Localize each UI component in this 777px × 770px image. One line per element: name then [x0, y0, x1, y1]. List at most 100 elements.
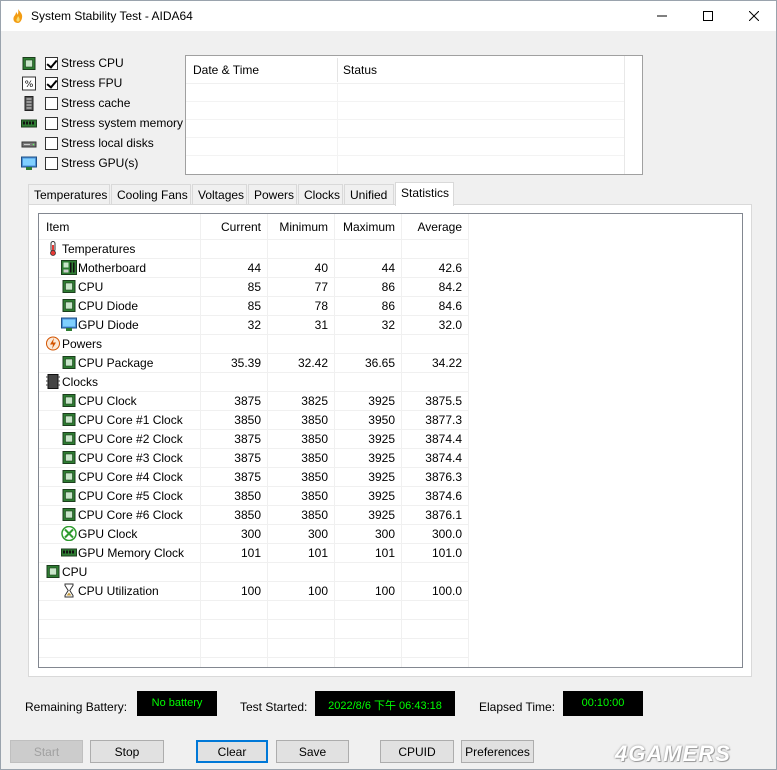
stress-option[interactable]: Stress CPU [19, 54, 189, 74]
item-label[interactable]: CPU Diode [78, 299, 138, 315]
value-average: 100.0 [431, 584, 462, 598]
stress-option[interactable]: Stress GPU(s) [19, 154, 189, 174]
value-minimum: 300 [307, 527, 328, 541]
col-header-current[interactable]: Current [201, 220, 261, 236]
value-average: 101.0 [431, 546, 462, 560]
item-label[interactable]: GPU Diode [78, 318, 139, 334]
log-col-status[interactable]: Status [343, 63, 377, 77]
close-button[interactable] [731, 1, 777, 31]
value-average: 34.22 [431, 356, 462, 370]
title-bar[interactable]: System Stability Test - AIDA64 [1, 1, 776, 31]
row-grid-line [39, 410, 469, 411]
col-header-maximum[interactable]: Maximum [335, 220, 395, 236]
stress-option[interactable]: Stress local disks [19, 134, 189, 154]
log-grid-line [186, 137, 624, 138]
stress-checkbox[interactable] [45, 77, 58, 90]
stress-option[interactable]: % Stress FPU [19, 74, 189, 94]
log-col-datetime[interactable]: Date & Time [193, 63, 259, 77]
item-label[interactable]: GPU Memory Clock [78, 546, 184, 562]
item-label[interactable]: CPU Package [78, 356, 153, 372]
cpuid-button[interactable]: CPUID [380, 740, 454, 763]
start-button[interactable]: Start [10, 740, 83, 763]
stress-checkbox[interactable] [45, 137, 58, 150]
event-log-list[interactable]: Date & Time Status [185, 55, 643, 175]
maximize-button[interactable] [685, 1, 731, 31]
stress-option-label[interactable]: Stress FPU [61, 76, 122, 90]
stress-option-label[interactable]: Stress system memory [61, 116, 183, 130]
clock-chip-icon [45, 374, 61, 389]
item-label[interactable]: CPU Core #4 Clock [78, 470, 183, 486]
tab-temperatures[interactable]: Temperatures [28, 184, 110, 205]
tab-voltages[interactable]: Voltages [192, 184, 247, 205]
stop-button[interactable]: Stop [90, 740, 164, 763]
log-col-divider[interactable] [337, 58, 338, 82]
value-minimum: 3850 [301, 432, 328, 446]
value-minimum: 31 [314, 318, 328, 332]
item-label[interactable]: Motherboard [78, 261, 146, 277]
col-header-minimum[interactable]: Minimum [268, 220, 328, 236]
log-grid-line [186, 155, 624, 156]
stress-option[interactable]: Stress cache [19, 94, 189, 114]
motherboard-icon [61, 260, 77, 275]
tab-unified[interactable]: Unified [344, 184, 394, 205]
row-grid-line [39, 296, 469, 297]
minimize-button[interactable] [639, 1, 685, 31]
item-label[interactable]: CPU Core #5 Clock [78, 489, 183, 505]
item-label[interactable]: CPU Core #6 Clock [78, 508, 183, 524]
stress-option[interactable]: Stress system memory [19, 114, 189, 134]
tab-powers[interactable]: Powers [248, 184, 297, 205]
col-header-average[interactable]: Average [402, 220, 462, 236]
stress-checkbox[interactable] [45, 157, 58, 170]
stress-checkbox[interactable] [45, 57, 58, 70]
preferences-button[interactable]: Preferences [461, 740, 534, 763]
item-label[interactable]: CPU Utilization [78, 584, 159, 600]
value-current: 85 [247, 280, 261, 294]
row-grid-line [39, 524, 469, 525]
group-label[interactable]: Temperatures [62, 242, 135, 258]
stress-option-label[interactable]: Stress CPU [61, 56, 124, 70]
group-label[interactable]: Powers [62, 337, 102, 353]
group-label[interactable]: Clocks [62, 375, 98, 391]
value-maximum: 3925 [368, 489, 395, 503]
value-average: 3876.3 [425, 470, 462, 484]
stress-option-label[interactable]: Stress local disks [61, 136, 154, 150]
group-label[interactable]: CPU [62, 565, 87, 581]
statistics-panel: Item Current Minimum Maximum Average Tem… [28, 204, 752, 677]
value-average: 3877.3 [425, 413, 462, 427]
row-grid-line [39, 391, 469, 392]
stress-options: Stress CPU % Stress FPU Stress cache Stress … [19, 54, 189, 174]
clear-button[interactable]: Clear [196, 740, 268, 763]
elapsed-time-value: 00:10:00 [563, 691, 643, 716]
value-minimum: 3850 [301, 451, 328, 465]
item-label[interactable]: CPU Core #3 Clock [78, 451, 183, 467]
tab-statistics[interactable]: Statistics [395, 182, 454, 206]
row-grid-line [39, 277, 469, 278]
row-grid-line [39, 543, 469, 544]
row-grid-line [39, 657, 469, 658]
statistics-table[interactable]: Item Current Minimum Maximum Average Tem… [38, 213, 743, 668]
gpu-icon [21, 156, 37, 171]
thermometer-icon [45, 241, 61, 256]
stress-option-label[interactable]: Stress cache [61, 96, 130, 110]
gpu-icon [61, 317, 77, 332]
value-average: 32.0 [438, 318, 462, 332]
row-grid-line [39, 429, 469, 430]
stress-option-label[interactable]: Stress GPU(s) [61, 156, 138, 170]
value-current: 3875 [234, 394, 261, 408]
maximize-icon [703, 11, 713, 21]
test-started-label: Test Started: [240, 700, 308, 714]
item-label[interactable]: CPU [78, 280, 103, 296]
value-maximum: 32 [381, 318, 395, 332]
stress-checkbox[interactable] [45, 97, 58, 110]
item-label[interactable]: CPU Core #2 Clock [78, 432, 183, 448]
item-label[interactable]: CPU Core #1 Clock [78, 413, 183, 429]
item-label[interactable]: CPU Clock [78, 394, 137, 410]
save-button[interactable]: Save [276, 740, 349, 763]
stress-checkbox[interactable] [45, 117, 58, 130]
tab-cooling-fans[interactable]: Cooling Fans [111, 184, 191, 205]
value-maximum: 86 [381, 280, 395, 294]
tab-clocks[interactable]: Clocks [298, 184, 343, 205]
value-current: 3875 [234, 432, 261, 446]
item-label[interactable]: GPU Clock [78, 527, 137, 543]
col-header-item[interactable]: Item [46, 220, 196, 236]
